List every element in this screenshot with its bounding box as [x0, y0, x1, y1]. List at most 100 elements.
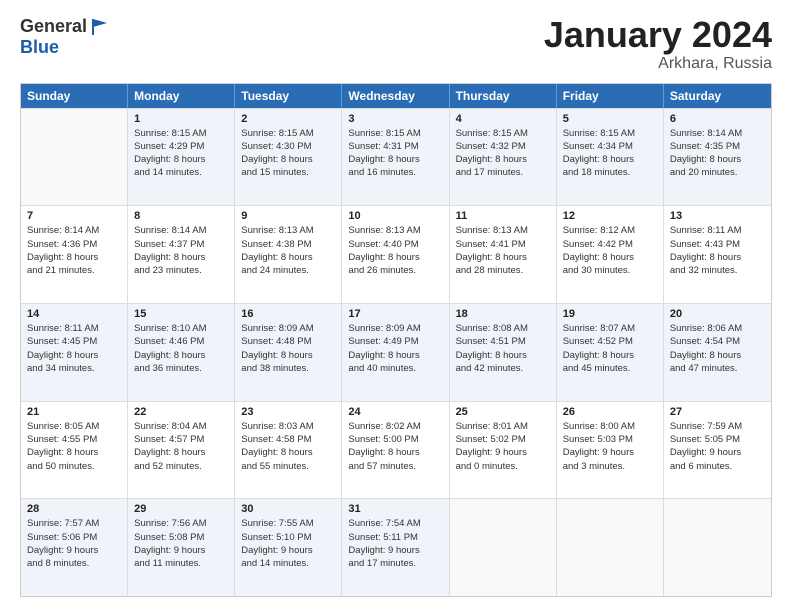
- cell-line: Daylight: 8 hours: [348, 349, 442, 362]
- cell-line: Daylight: 9 hours: [27, 544, 121, 557]
- day-number: 15: [134, 308, 228, 320]
- cell-line: Sunrise: 7:57 AM: [27, 517, 121, 530]
- cell-line: Sunset: 4:31 PM: [348, 140, 442, 153]
- cell-line: Sunset: 4:41 PM: [456, 238, 550, 251]
- cell-line: Sunset: 4:45 PM: [27, 335, 121, 348]
- header-cell-saturday: Saturday: [664, 84, 771, 108]
- cell-line: Sunrise: 8:15 AM: [348, 127, 442, 140]
- day-number: 22: [134, 406, 228, 418]
- cell-line: Sunset: 5:08 PM: [134, 531, 228, 544]
- day-number: 29: [134, 503, 228, 515]
- cell-line: Sunrise: 8:14 AM: [27, 224, 121, 237]
- cell-line: and 16 minutes.: [348, 166, 442, 179]
- cell-line: Sunset: 4:57 PM: [134, 433, 228, 446]
- cell-line: Sunrise: 8:11 AM: [27, 322, 121, 335]
- cell-line: and 11 minutes.: [134, 557, 228, 570]
- cell-line: and 17 minutes.: [456, 166, 550, 179]
- cell-line: Sunset: 4:43 PM: [670, 238, 765, 251]
- cell-line: Sunset: 5:02 PM: [456, 433, 550, 446]
- cell-line: and 20 minutes.: [670, 166, 765, 179]
- calendar-cell-3-0: 21Sunrise: 8:05 AMSunset: 4:55 PMDayligh…: [21, 402, 128, 499]
- calendar-cell-3-3: 24Sunrise: 8:02 AMSunset: 5:00 PMDayligh…: [342, 402, 449, 499]
- cell-line: Sunset: 4:46 PM: [134, 335, 228, 348]
- calendar-cell-3-1: 22Sunrise: 8:04 AMSunset: 4:57 PMDayligh…: [128, 402, 235, 499]
- cell-line: Daylight: 8 hours: [241, 251, 335, 264]
- cell-line: and 47 minutes.: [670, 362, 765, 375]
- cell-line: and 23 minutes.: [134, 264, 228, 277]
- cell-line: and 55 minutes.: [241, 460, 335, 473]
- cell-line: and 45 minutes.: [563, 362, 657, 375]
- day-number: 6: [670, 113, 765, 125]
- cell-line: Daylight: 9 hours: [670, 446, 765, 459]
- calendar-cell-0-0: [21, 109, 128, 206]
- calendar-cell-4-5: [557, 499, 664, 596]
- logo-general-text: General: [20, 16, 87, 37]
- day-number: 31: [348, 503, 442, 515]
- cell-line: and 26 minutes.: [348, 264, 442, 277]
- cell-line: Daylight: 8 hours: [563, 349, 657, 362]
- cell-line: Sunset: 4:30 PM: [241, 140, 335, 153]
- cell-line: Daylight: 8 hours: [134, 251, 228, 264]
- day-number: 26: [563, 406, 657, 418]
- header-cell-tuesday: Tuesday: [235, 84, 342, 108]
- cell-line: Sunset: 4:34 PM: [563, 140, 657, 153]
- cell-line: Sunset: 4:49 PM: [348, 335, 442, 348]
- day-number: 28: [27, 503, 121, 515]
- cell-line: Daylight: 8 hours: [134, 349, 228, 362]
- calendar-body: 1Sunrise: 8:15 AMSunset: 4:29 PMDaylight…: [21, 108, 771, 596]
- cell-line: Daylight: 9 hours: [134, 544, 228, 557]
- cell-line: Sunset: 4:37 PM: [134, 238, 228, 251]
- cell-line: and 24 minutes.: [241, 264, 335, 277]
- cell-line: Sunrise: 8:07 AM: [563, 322, 657, 335]
- calendar-row-3: 21Sunrise: 8:05 AMSunset: 4:55 PMDayligh…: [21, 401, 771, 499]
- cell-line: Sunset: 4:42 PM: [563, 238, 657, 251]
- calendar-cell-1-1: 8 Sunrise: 8:14 AMSunset: 4:37 PMDaylight…: [128, 206, 235, 303]
- cell-line: Sunset: 4:48 PM: [241, 335, 335, 348]
- cell-line: Sunset: 4:40 PM: [348, 238, 442, 251]
- day-number: 30: [241, 503, 335, 515]
- calendar-cell-0-1: 1Sunrise: 8:15 AMSunset: 4:29 PMDaylight…: [128, 109, 235, 206]
- cell-line: Daylight: 8 hours: [456, 153, 550, 166]
- header-cell-sunday: Sunday: [21, 84, 128, 108]
- cell-line: Sunrise: 8:14 AM: [134, 224, 228, 237]
- calendar-row-4: 28Sunrise: 7:57 AMSunset: 5:06 PMDayligh…: [21, 498, 771, 596]
- cell-line: Sunset: 5:05 PM: [670, 433, 765, 446]
- day-number: 13: [670, 210, 765, 222]
- cell-line: Sunrise: 8:08 AM: [456, 322, 550, 335]
- calendar-cell-4-3: 31Sunrise: 7:54 AMSunset: 5:11 PMDayligh…: [342, 499, 449, 596]
- cell-line: Sunrise: 8:04 AM: [134, 420, 228, 433]
- day-number: 7: [27, 210, 121, 222]
- page: General Blue January 2024 Arkhara, Russi…: [0, 0, 792, 612]
- cell-line: Sunset: 5:06 PM: [27, 531, 121, 544]
- calendar-cell-3-2: 23Sunrise: 8:03 AMSunset: 4:58 PMDayligh…: [235, 402, 342, 499]
- cell-line: Daylight: 8 hours: [456, 349, 550, 362]
- cell-line: Daylight: 8 hours: [348, 446, 442, 459]
- location: Arkhara, Russia: [544, 55, 772, 73]
- cell-line: Sunrise: 8:09 AM: [241, 322, 335, 335]
- calendar-cell-0-6: 6Sunrise: 8:14 AMSunset: 4:35 PMDaylight…: [664, 109, 771, 206]
- calendar-cell-1-4: 11Sunrise: 8:13 AMSunset: 4:41 PMDayligh…: [450, 206, 557, 303]
- cell-line: and 30 minutes.: [563, 264, 657, 277]
- day-number: 11: [456, 210, 550, 222]
- cell-line: Sunset: 4:38 PM: [241, 238, 335, 251]
- cell-line: and 17 minutes.: [348, 557, 442, 570]
- cell-line: Daylight: 8 hours: [563, 153, 657, 166]
- calendar-cell-2-1: 15Sunrise: 8:10 AMSunset: 4:46 PMDayligh…: [128, 304, 235, 401]
- day-number: 17: [348, 308, 442, 320]
- day-number: 14: [27, 308, 121, 320]
- calendar-cell-1-0: 7Sunrise: 8:14 AMSunset: 4:36 PMDaylight…: [21, 206, 128, 303]
- calendar-cell-4-0: 28 Sunrise: 7:57 AMSunset: 5:06 PMDayligh…: [21, 499, 128, 596]
- cell-line: Sunset: 5:00 PM: [348, 433, 442, 446]
- day-number: 23: [241, 406, 335, 418]
- cell-line: Sunset: 5:10 PM: [241, 531, 335, 544]
- cell-line: Sunrise: 8:00 AM: [563, 420, 657, 433]
- day-number: 10: [348, 210, 442, 222]
- day-number: 8: [134, 210, 228, 222]
- cell-line: and 28 minutes.: [456, 264, 550, 277]
- cell-line: Sunrise: 8:01 AM: [456, 420, 550, 433]
- cell-line: Sunrise: 8:15 AM: [563, 127, 657, 140]
- cell-line: and 52 minutes.: [134, 460, 228, 473]
- cell-line: and 38 minutes.: [241, 362, 335, 375]
- calendar-cell-0-4: 4Sunrise: 8:15 AMSunset: 4:32 PMDaylight…: [450, 109, 557, 206]
- logo-blue-text: Blue: [20, 37, 59, 57]
